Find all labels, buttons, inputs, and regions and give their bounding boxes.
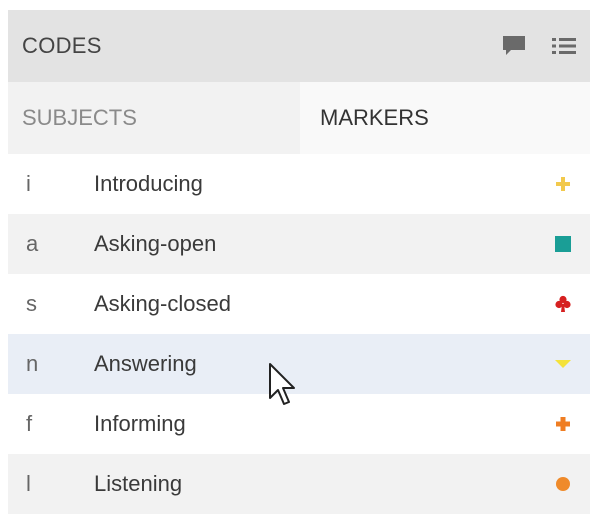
code-key: s [26,291,37,316]
code-row-introducing[interactable]: i Introducing [8,154,590,214]
club-marker-icon [554,295,572,313]
code-key: n [26,351,39,376]
plus-marker-icon [554,175,572,193]
code-label: Informing [94,411,186,436]
code-row-asking-open[interactable]: a Asking-open [8,214,590,274]
code-key: i [26,171,31,196]
code-label: Listening [94,471,183,496]
square-marker-icon [554,235,572,253]
codes-tabs: SUBJECTS MARKERS [8,82,590,154]
code-label: Answering [94,351,197,376]
circle-marker-icon [554,475,572,493]
codes-title: CODES [22,33,102,58]
header-icons [500,10,578,82]
codes-list: i Introducing a Asking-open s Asking-clo… [8,154,590,514]
code-label: Asking-closed [94,291,231,316]
code-key: l [26,471,31,496]
tab-markers[interactable]: MARKERS [300,82,590,154]
codes-panel: CODES SUBJECTS MARKERS i Introducing a A… [8,10,590,514]
list-icon [552,38,576,54]
code-key: a [26,231,39,256]
codes-header: CODES [8,10,590,82]
comment-icon [503,36,525,55]
chevron-down-marker-icon [554,355,572,373]
code-row-answering[interactable]: n Answering [8,334,590,394]
code-row-asking-closed[interactable]: s Asking-closed [8,274,590,334]
code-row-listening[interactable]: l Listening [8,454,590,514]
code-label: Introducing [94,171,203,196]
plus-marker-icon [554,415,572,433]
code-key: f [26,411,33,436]
code-label: Asking-open [94,231,217,256]
tab-subjects[interactable]: SUBJECTS [8,82,300,154]
code-row-informing[interactable]: f Informing [8,394,590,454]
list-view-button[interactable] [550,32,578,60]
comment-button[interactable] [500,32,528,60]
